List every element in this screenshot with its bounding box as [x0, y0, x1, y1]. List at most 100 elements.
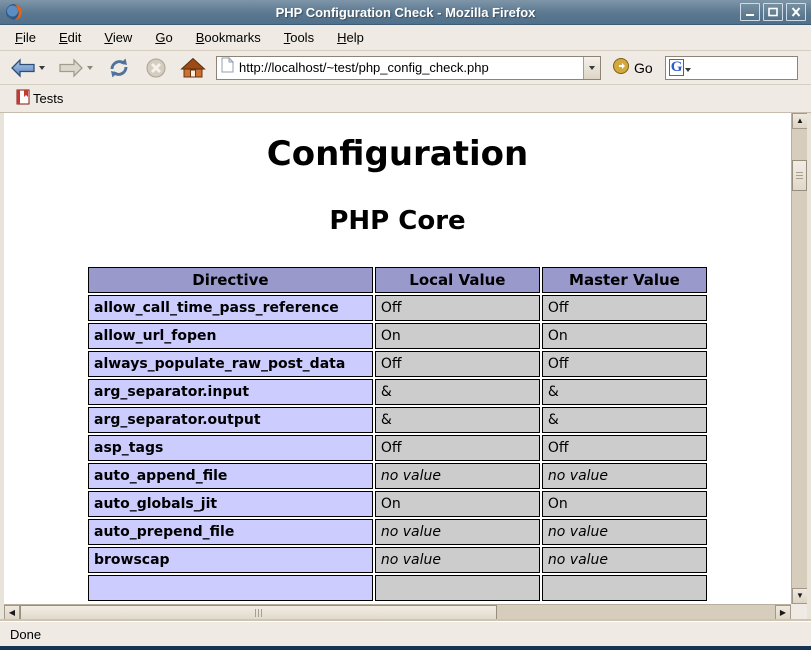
value-cell: Off	[375, 295, 540, 321]
scroll-down-icon[interactable]: ▼	[792, 588, 808, 604]
statusbar: Done	[0, 621, 811, 646]
table-body: allow_call_time_pass_referenceOffOffallo…	[88, 295, 707, 601]
url-input[interactable]	[234, 58, 583, 78]
google-icon: G	[669, 59, 685, 76]
horizontal-scrollbar[interactable]: ◀ ▶	[4, 604, 791, 621]
value-cell: Off	[542, 295, 707, 321]
bookmark-tests[interactable]: Tests	[12, 87, 67, 110]
forward-dropdown-icon[interactable]	[87, 66, 93, 73]
scroll-up-icon[interactable]: ▲	[792, 113, 808, 129]
value-cell	[375, 575, 540, 601]
value-cell: no value	[542, 547, 707, 573]
directive-cell: arg_separator.input	[88, 379, 373, 405]
value-cell: On	[542, 491, 707, 517]
scroll-right-icon[interactable]: ▶	[775, 605, 791, 621]
forward-button[interactable]	[58, 58, 84, 78]
directive-cell: allow_url_fopen	[88, 323, 373, 349]
maximize-button[interactable]	[763, 3, 783, 21]
directive-cell: browscap	[88, 547, 373, 573]
window-frame-right	[807, 113, 811, 621]
menubar: FileEditViewGo BookmarksToolsHelp	[0, 25, 811, 51]
back-dropdown-icon[interactable]	[39, 66, 45, 73]
value-cell: Off	[375, 435, 540, 461]
table-row: always_populate_raw_post_dataOffOff	[88, 351, 707, 377]
status-text: Done	[10, 627, 41, 642]
value-cell: no value	[542, 519, 707, 545]
url-bar[interactable]	[216, 56, 601, 80]
column-header: Directive	[88, 267, 373, 293]
value-cell	[542, 575, 707, 601]
table-header-row: DirectiveLocal ValueMaster Value	[88, 267, 707, 293]
menu-item-go[interactable]: Go	[146, 27, 181, 48]
search-box[interactable]: G	[665, 56, 798, 80]
value-cell: &	[375, 379, 540, 405]
go-icon	[612, 57, 630, 78]
bookmark-label: Tests	[33, 91, 63, 106]
table-row: arg_separator.output&&	[88, 407, 707, 433]
menu-item-view[interactable]: View	[95, 27, 141, 48]
value-cell: On	[375, 491, 540, 517]
table-row: allow_url_fopenOnOn	[88, 323, 707, 349]
minimize-button[interactable]	[740, 3, 760, 21]
reload-button[interactable]	[106, 57, 132, 79]
directive-cell: always_populate_raw_post_data	[88, 351, 373, 377]
back-button[interactable]	[10, 58, 36, 78]
window-frame-left	[0, 113, 4, 621]
value-cell: On	[375, 323, 540, 349]
table-row: auto_prepend_fileno valueno value	[88, 519, 707, 545]
window-frame-bottom	[0, 646, 811, 650]
menu-item-file[interactable]: File	[6, 27, 45, 48]
menu-item-help[interactable]: Help	[328, 27, 373, 48]
url-dropdown-button[interactable]	[583, 57, 600, 79]
scrollbar-corner	[791, 604, 807, 621]
go-label: Go	[634, 60, 653, 76]
directive-cell: auto_globals_jit	[88, 491, 373, 517]
table-row: auto_globals_jitOnOn	[88, 491, 707, 517]
section-title: PHP Core	[4, 206, 791, 236]
menu-item-bookmarks[interactable]: Bookmarks	[187, 27, 270, 48]
home-button[interactable]	[180, 57, 206, 79]
table-row: auto_append_fileno valueno value	[88, 463, 707, 489]
column-header: Local Value	[375, 267, 540, 293]
table-row	[88, 575, 707, 601]
directive-cell: allow_call_time_pass_reference	[88, 295, 373, 321]
horizontal-scrollbar-thumb[interactable]	[20, 605, 497, 621]
page-icon	[221, 57, 234, 78]
value-cell: &	[542, 407, 707, 433]
value-cell: Off	[542, 351, 707, 377]
value-cell: no value	[375, 463, 540, 489]
directive-cell	[88, 575, 373, 601]
table-row: asp_tagsOffOff	[88, 435, 707, 461]
table-row: arg_separator.input&&	[88, 379, 707, 405]
firefox-window: PHP Configuration Check - Mozilla Firefo…	[0, 0, 811, 650]
menu-item-tools[interactable]: Tools	[275, 27, 323, 48]
scroll-left-icon[interactable]: ◀	[4, 605, 20, 621]
stop-button[interactable]	[145, 57, 167, 79]
column-header: Master Value	[542, 267, 707, 293]
close-button[interactable]	[786, 3, 806, 21]
page-title: Configuration	[4, 134, 791, 174]
page-viewport: Configuration PHP Core DirectiveLocal Va…	[4, 113, 791, 604]
bookmark-folder-icon	[16, 89, 30, 108]
config-table: DirectiveLocal ValueMaster Value allow_c…	[86, 265, 709, 603]
menu-item-edit[interactable]: Edit	[50, 27, 90, 48]
window-controls	[740, 3, 806, 21]
table-row: browscapno valueno value	[88, 547, 707, 573]
vertical-scrollbar-thumb[interactable]	[792, 160, 807, 191]
value-cell: no value	[375, 547, 540, 573]
value-cell: Off	[375, 351, 540, 377]
value-cell: &	[375, 407, 540, 433]
table-row: allow_call_time_pass_referenceOffOff	[88, 295, 707, 321]
directive-cell: arg_separator.output	[88, 407, 373, 433]
value-cell: &	[542, 379, 707, 405]
window-title: PHP Configuration Check - Mozilla Firefo…	[0, 5, 811, 20]
titlebar[interactable]: PHP Configuration Check - Mozilla Firefo…	[0, 0, 811, 25]
bookmarks-toolbar: Tests	[0, 85, 811, 113]
directive-cell: auto_append_file	[88, 463, 373, 489]
value-cell: no value	[542, 463, 707, 489]
vertical-scrollbar[interactable]: ▲ ▼	[791, 113, 807, 604]
search-input[interactable]	[691, 60, 796, 75]
directive-cell: asp_tags	[88, 435, 373, 461]
go-button[interactable]: Go	[609, 55, 656, 80]
value-cell: Off	[542, 435, 707, 461]
